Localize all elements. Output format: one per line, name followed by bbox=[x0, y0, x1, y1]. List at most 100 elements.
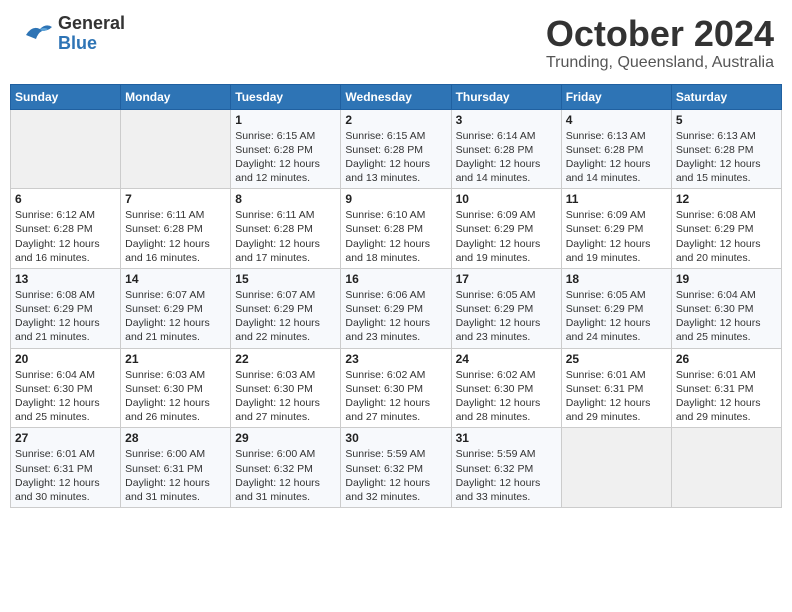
calendar-week-3: 13 Sunrise: 6:08 AMSunset: 6:29 PMDayligh… bbox=[11, 268, 782, 348]
calendar-cell: 26 Sunrise: 6:01 AMSunset: 6:31 PMDayligh… bbox=[671, 348, 781, 428]
calendar-cell: 5 Sunrise: 6:13 AMSunset: 6:28 PMDaylight… bbox=[671, 109, 781, 189]
calendar-week-2: 6 Sunrise: 6:12 AMSunset: 6:28 PMDaylight… bbox=[11, 189, 782, 269]
calendar-cell: 24 Sunrise: 6:02 AMSunset: 6:30 PMDayligh… bbox=[451, 348, 561, 428]
day-info: Sunrise: 6:07 AMSunset: 6:29 PMDaylight:… bbox=[125, 288, 226, 345]
day-number: 5 bbox=[676, 113, 777, 127]
day-info: Sunrise: 6:15 AMSunset: 6:28 PMDaylight:… bbox=[235, 129, 336, 186]
calendar-cell: 17 Sunrise: 6:05 AMSunset: 6:29 PMDayligh… bbox=[451, 268, 561, 348]
day-info: Sunrise: 6:15 AMSunset: 6:28 PMDaylight:… bbox=[345, 129, 446, 186]
day-info: Sunrise: 6:03 AMSunset: 6:30 PMDaylight:… bbox=[125, 368, 226, 425]
calendar-table: SundayMondayTuesdayWednesdayThursdayFrid… bbox=[10, 84, 782, 508]
calendar-cell: 23Sunrise: 6:02 AMSunset: 6:30 PMDayligh… bbox=[341, 348, 451, 428]
day-info: Sunrise: 6:11 AMSunset: 6:28 PMDaylight:… bbox=[235, 208, 336, 265]
day-number: 19 bbox=[676, 272, 777, 286]
logo-text-block: General Blue bbox=[58, 14, 125, 54]
calendar-cell: 12 Sunrise: 6:08 AMSunset: 6:29 PMDayligh… bbox=[671, 189, 781, 269]
day-info: Sunrise: 6:05 AMSunset: 6:29 PMDaylight:… bbox=[456, 288, 557, 345]
calendar-cell: 7 Sunrise: 6:11 AMSunset: 6:28 PMDaylight… bbox=[121, 189, 231, 269]
calendar-cell: 14 Sunrise: 6:07 AMSunset: 6:29 PMDayligh… bbox=[121, 268, 231, 348]
calendar-cell: 31Sunrise: 5:59 AMSunset: 6:32 PMDayligh… bbox=[451, 428, 561, 508]
calendar-cell: 18 Sunrise: 6:05 AMSunset: 6:29 PMDayligh… bbox=[561, 268, 671, 348]
day-info: Sunrise: 6:02 AMSunset: 6:30 PMDaylight:… bbox=[345, 368, 446, 425]
calendar-cell: 2 Sunrise: 6:15 AMSunset: 6:28 PMDaylight… bbox=[341, 109, 451, 189]
calendar-cell: 4 Sunrise: 6:13 AMSunset: 6:28 PMDaylight… bbox=[561, 109, 671, 189]
day-number: 13 bbox=[15, 272, 116, 286]
day-number: 24 bbox=[456, 352, 557, 366]
weekday-header-tuesday: Tuesday bbox=[231, 84, 341, 109]
calendar-cell: 15 Sunrise: 6:07 AMSunset: 6:29 PMDayligh… bbox=[231, 268, 341, 348]
day-info: Sunrise: 6:09 AMSunset: 6:29 PMDaylight:… bbox=[566, 208, 667, 265]
day-info: Sunrise: 6:01 AMSunset: 6:31 PMDaylight:… bbox=[15, 447, 116, 504]
calendar-cell: 27 Sunrise: 6:01 AMSunset: 6:31 PMDayligh… bbox=[11, 428, 121, 508]
day-number: 21 bbox=[125, 352, 226, 366]
day-number: 30 bbox=[345, 431, 446, 445]
day-number: 2 bbox=[345, 113, 446, 127]
day-number: 25 bbox=[566, 352, 667, 366]
day-number: 26 bbox=[676, 352, 777, 366]
day-info: Sunrise: 6:08 AMSunset: 6:29 PMDaylight:… bbox=[676, 208, 777, 265]
day-info: Sunrise: 5:59 AMSunset: 6:32 PMDaylight:… bbox=[456, 447, 557, 504]
weekday-header-monday: Monday bbox=[121, 84, 231, 109]
month-title: October 2024 bbox=[546, 14, 774, 54]
day-number: 7 bbox=[125, 192, 226, 206]
day-number: 18 bbox=[566, 272, 667, 286]
calendar-cell bbox=[11, 109, 121, 189]
calendar-cell: 6 Sunrise: 6:12 AMSunset: 6:28 PMDaylight… bbox=[11, 189, 121, 269]
day-info: Sunrise: 6:13 AMSunset: 6:28 PMDaylight:… bbox=[566, 129, 667, 186]
day-info: Sunrise: 6:02 AMSunset: 6:30 PMDaylight:… bbox=[456, 368, 557, 425]
calendar-cell: 25Sunrise: 6:01 AMSunset: 6:31 PMDayligh… bbox=[561, 348, 671, 428]
day-number: 4 bbox=[566, 113, 667, 127]
logo-icon bbox=[18, 15, 56, 53]
weekday-header-thursday: Thursday bbox=[451, 84, 561, 109]
calendar-cell: 1 Sunrise: 6:15 AMSunset: 6:28 PMDaylight… bbox=[231, 109, 341, 189]
day-number: 3 bbox=[456, 113, 557, 127]
weekday-header-row: SundayMondayTuesdayWednesdayThursdayFrid… bbox=[11, 84, 782, 109]
calendar-cell bbox=[561, 428, 671, 508]
calendar-week-1: 1 Sunrise: 6:15 AMSunset: 6:28 PMDaylight… bbox=[11, 109, 782, 189]
location-title: Trunding, Queensland, Australia bbox=[546, 54, 774, 72]
day-info: Sunrise: 6:05 AMSunset: 6:29 PMDaylight:… bbox=[566, 288, 667, 345]
calendar-cell: 21 Sunrise: 6:03 AMSunset: 6:30 PMDayligh… bbox=[121, 348, 231, 428]
day-number: 22 bbox=[235, 352, 336, 366]
calendar-cell bbox=[121, 109, 231, 189]
day-number: 6 bbox=[15, 192, 116, 206]
calendar-body: 1 Sunrise: 6:15 AMSunset: 6:28 PMDaylight… bbox=[11, 109, 782, 507]
day-info: Sunrise: 6:11 AMSunset: 6:28 PMDaylight:… bbox=[125, 208, 226, 265]
calendar-cell: 22Sunrise: 6:03 AMSunset: 6:30 PMDayligh… bbox=[231, 348, 341, 428]
logo: General Blue bbox=[18, 14, 125, 54]
day-info: Sunrise: 6:12 AMSunset: 6:28 PMDaylight:… bbox=[15, 208, 116, 265]
day-info: Sunrise: 6:09 AMSunset: 6:29 PMDaylight:… bbox=[456, 208, 557, 265]
day-number: 29 bbox=[235, 431, 336, 445]
day-info: Sunrise: 6:06 AMSunset: 6:29 PMDaylight:… bbox=[345, 288, 446, 345]
day-number: 14 bbox=[125, 272, 226, 286]
calendar-cell: 20Sunrise: 6:04 AMSunset: 6:30 PMDayligh… bbox=[11, 348, 121, 428]
logo-general: General bbox=[58, 14, 125, 34]
calendar-cell: 13 Sunrise: 6:08 AMSunset: 6:29 PMDayligh… bbox=[11, 268, 121, 348]
day-info: Sunrise: 6:13 AMSunset: 6:28 PMDaylight:… bbox=[676, 129, 777, 186]
day-number: 11 bbox=[566, 192, 667, 206]
title-block: October 2024 Trunding, Queensland, Austr… bbox=[546, 14, 774, 72]
day-info: Sunrise: 6:00 AMSunset: 6:32 PMDaylight:… bbox=[235, 447, 336, 504]
day-number: 17 bbox=[456, 272, 557, 286]
day-info: Sunrise: 6:07 AMSunset: 6:29 PMDaylight:… bbox=[235, 288, 336, 345]
logo-blue: Blue bbox=[58, 34, 97, 54]
calendar-cell: 16 Sunrise: 6:06 AMSunset: 6:29 PMDayligh… bbox=[341, 268, 451, 348]
weekday-header-wednesday: Wednesday bbox=[341, 84, 451, 109]
page-header: General Blue October 2024 Trunding, Quee… bbox=[10, 10, 782, 76]
day-info: Sunrise: 6:00 AMSunset: 6:31 PMDaylight:… bbox=[125, 447, 226, 504]
day-number: 16 bbox=[345, 272, 446, 286]
day-info: Sunrise: 6:04 AMSunset: 6:30 PMDaylight:… bbox=[15, 368, 116, 425]
calendar-cell: 28Sunrise: 6:00 AMSunset: 6:31 PMDayligh… bbox=[121, 428, 231, 508]
day-info: Sunrise: 6:01 AMSunset: 6:31 PMDaylight:… bbox=[676, 368, 777, 425]
day-number: 15 bbox=[235, 272, 336, 286]
calendar-cell: 9Sunrise: 6:10 AMSunset: 6:28 PMDaylight… bbox=[341, 189, 451, 269]
day-number: 1 bbox=[235, 113, 336, 127]
day-info: Sunrise: 6:08 AMSunset: 6:29 PMDaylight:… bbox=[15, 288, 116, 345]
day-info: Sunrise: 6:10 AMSunset: 6:28 PMDaylight:… bbox=[345, 208, 446, 265]
calendar-cell bbox=[671, 428, 781, 508]
calendar-cell: 3Sunrise: 6:14 AMSunset: 6:28 PMDaylight… bbox=[451, 109, 561, 189]
calendar-cell: 11 Sunrise: 6:09 AMSunset: 6:29 PMDayligh… bbox=[561, 189, 671, 269]
day-number: 12 bbox=[676, 192, 777, 206]
day-number: 10 bbox=[456, 192, 557, 206]
day-number: 27 bbox=[15, 431, 116, 445]
